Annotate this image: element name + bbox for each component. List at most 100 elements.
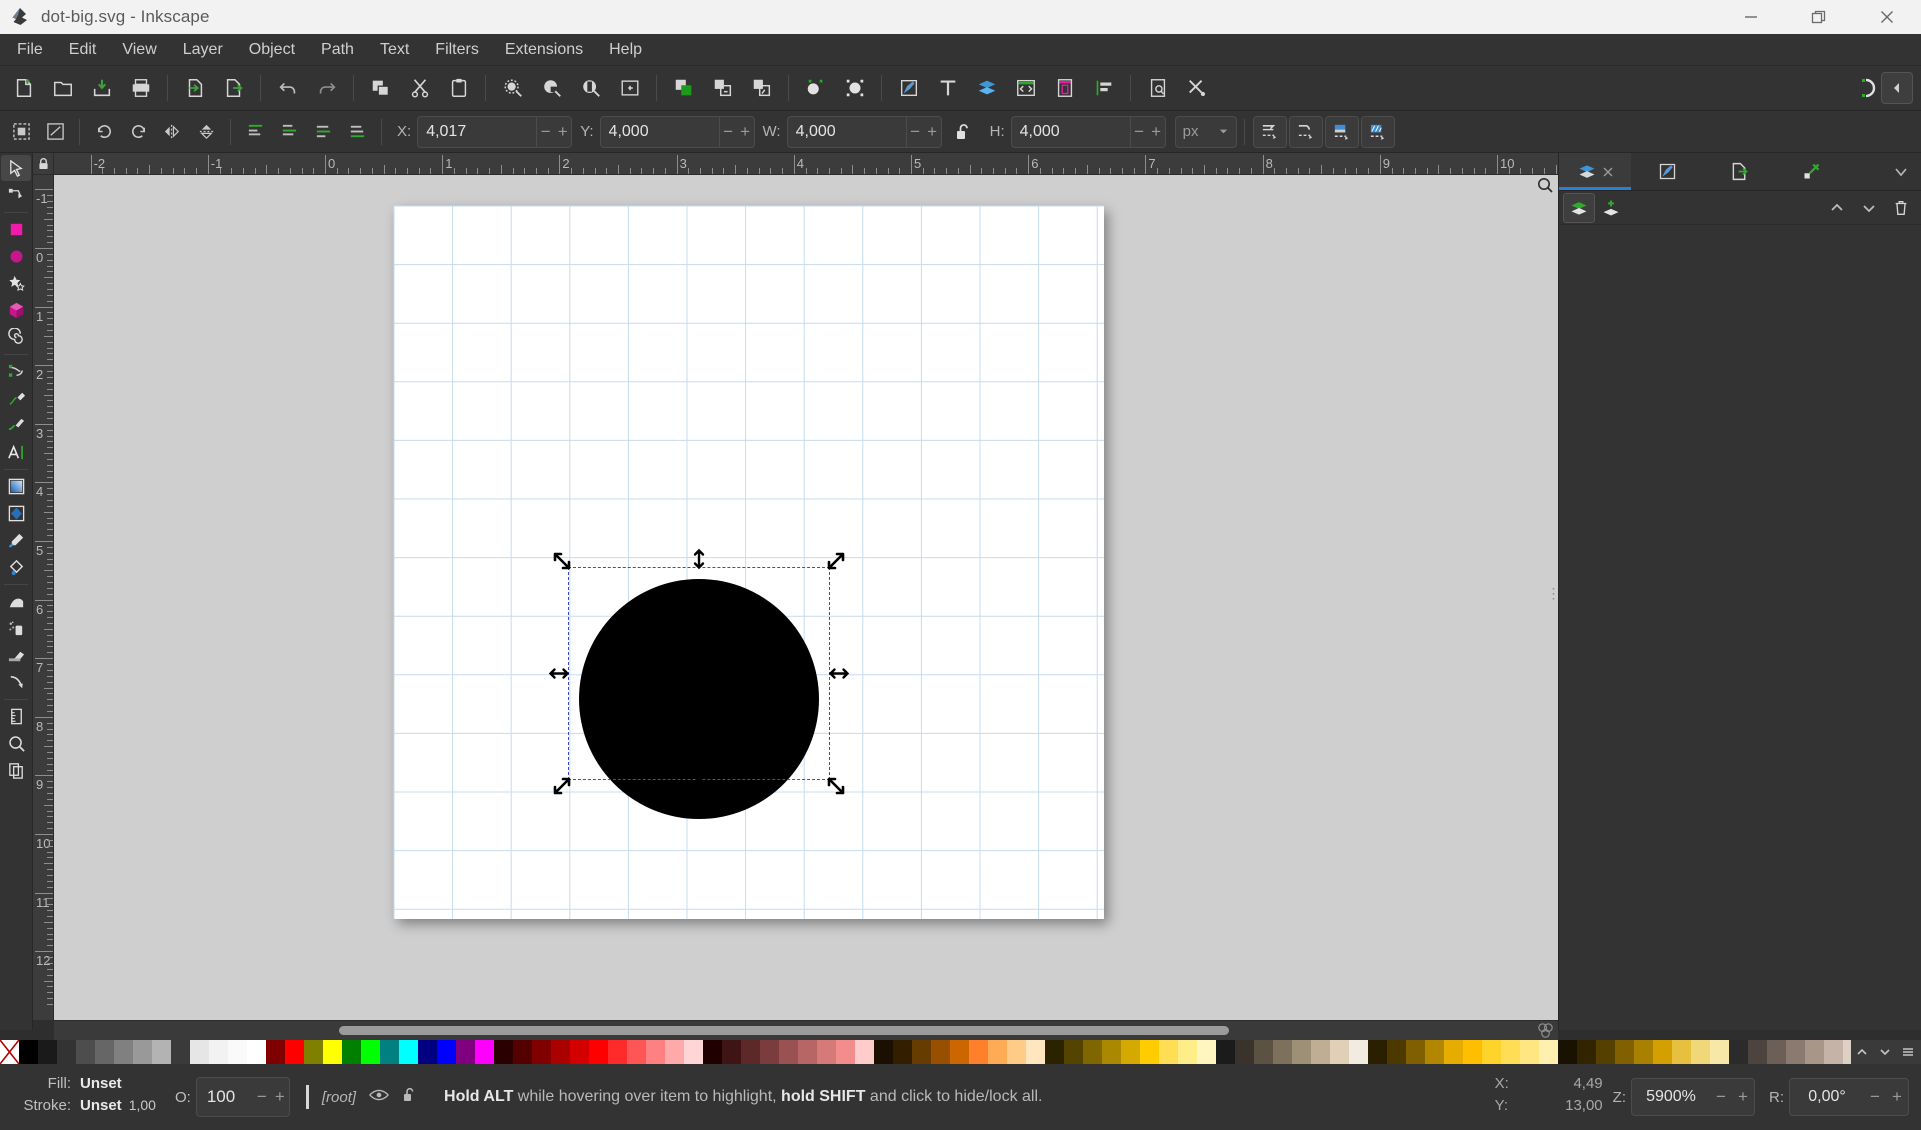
palette-swatch[interactable] <box>1729 1040 1748 1064</box>
scale-stroke-icon[interactable] <box>1253 116 1287 148</box>
palette-swatch[interactable] <box>475 1040 494 1064</box>
menu-path[interactable]: Path <box>308 34 367 66</box>
tool-spray[interactable] <box>1 615 31 641</box>
palette-swatch[interactable] <box>57 1040 76 1064</box>
vertical-ruler[interactable]: -10123456789101112 <box>33 175 54 1020</box>
palette-swatch[interactable] <box>1159 1040 1178 1064</box>
palette-swatch[interactable] <box>437 1040 456 1064</box>
palette-swatch[interactable] <box>1577 1040 1596 1064</box>
palette-swatch[interactable] <box>209 1040 228 1064</box>
palette-swatch[interactable] <box>1748 1040 1767 1064</box>
raise-layer-button[interactable] <box>1821 193 1853 223</box>
height-decrement-button[interactable]: − <box>1131 117 1148 147</box>
text-tool-button[interactable] <box>929 70 966 107</box>
palette-swatch[interactable] <box>912 1040 931 1064</box>
clipboard-paste-button[interactable] <box>440 70 477 107</box>
raise-to-top-icon[interactable] <box>239 116 271 148</box>
tool-gradient[interactable] <box>1 473 31 499</box>
menu-extensions[interactable]: Extensions <box>492 34 596 66</box>
palette-swatch[interactable] <box>1064 1040 1083 1064</box>
palette-swatch[interactable] <box>380 1040 399 1064</box>
layers-list-button[interactable] <box>1563 193 1595 223</box>
tool-text[interactable] <box>1 439 31 465</box>
lower-to-bottom-icon[interactable] <box>341 116 373 148</box>
palette-swatch[interactable] <box>1007 1040 1026 1064</box>
palette-swatch[interactable] <box>228 1040 247 1064</box>
tool-measure[interactable] <box>1 703 31 729</box>
y-decrement-button[interactable]: − <box>720 117 737 147</box>
menu-edit[interactable]: Edit <box>56 34 110 66</box>
select-all-icon[interactable] <box>5 116 37 148</box>
palette-swatch[interactable] <box>1615 1040 1634 1064</box>
tool-calligraphy[interactable] <box>1 412 31 438</box>
palette-swatch[interactable] <box>684 1040 703 1064</box>
menu-object[interactable]: Object <box>236 34 308 66</box>
rotation-increment-button[interactable]: + <box>1886 1087 1908 1107</box>
printer-button[interactable] <box>122 70 159 107</box>
raise-icon[interactable] <box>273 116 305 148</box>
palette-swatch[interactable] <box>1330 1040 1349 1064</box>
palette-swatch[interactable] <box>1444 1040 1463 1064</box>
palette-swatch[interactable] <box>1425 1040 1444 1064</box>
palette-swatch[interactable] <box>1710 1040 1729 1064</box>
palette-swatch[interactable] <box>741 1040 760 1064</box>
palette-swatch[interactable] <box>285 1040 304 1064</box>
zoom-page-width-button[interactable] <box>611 70 648 107</box>
palette-swatch[interactable] <box>1349 1040 1368 1064</box>
tool-mesh-gradient[interactable] <box>1 500 31 526</box>
tool-paint-bucket[interactable] <box>1 554 31 580</box>
y-coordinate-input[interactable] <box>601 117 719 147</box>
palette-scroll-down-button[interactable] <box>1874 1040 1895 1064</box>
eye-icon[interactable] <box>369 1087 389 1108</box>
chevron-left-icon[interactable] <box>1881 72 1913 104</box>
horizontal-scrollbar-thumb[interactable] <box>339 1026 1229 1035</box>
palette-swatch[interactable] <box>893 1040 912 1064</box>
palette-swatch[interactable] <box>1843 1040 1851 1064</box>
group-objects-button[interactable] <box>797 70 834 107</box>
document-properties-button[interactable] <box>1139 70 1176 107</box>
swatch-none[interactable] <box>0 1040 19 1064</box>
opacity-decrement-button[interactable]: − <box>253 1087 271 1107</box>
save-document-button[interactable] <box>83 70 120 107</box>
scale-corners-icon[interactable] <box>1289 116 1323 148</box>
palette-swatch[interactable] <box>1672 1040 1691 1064</box>
palette-swatch[interactable] <box>1463 1040 1482 1064</box>
ruler-unit-lock[interactable] <box>33 153 54 175</box>
palette-swatch[interactable] <box>1558 1040 1577 1064</box>
menu-layer[interactable]: Layer <box>170 34 236 66</box>
zoom-drawing-button[interactable] <box>533 70 570 107</box>
palette-swatch[interactable] <box>304 1040 323 1064</box>
palette-swatch[interactable] <box>1368 1040 1387 1064</box>
palette-swatch[interactable] <box>1140 1040 1159 1064</box>
duplicate-square-button[interactable] <box>665 70 702 107</box>
palette-swatch[interactable] <box>703 1040 722 1064</box>
tab-fill-stroke[interactable] <box>1631 153 1703 190</box>
close-button[interactable] <box>1853 0 1921 34</box>
copy-button[interactable] <box>362 70 399 107</box>
palette-swatch[interactable] <box>361 1040 380 1064</box>
undo-arrow-button[interactable] <box>269 70 306 107</box>
layers-stack-button[interactable] <box>968 70 1005 107</box>
palette-swatch[interactable] <box>1178 1040 1197 1064</box>
palette-swatch[interactable] <box>1634 1040 1653 1064</box>
palette-swatch[interactable] <box>323 1040 342 1064</box>
palette-swatch[interactable] <box>817 1040 836 1064</box>
palette-swatch[interactable] <box>1482 1040 1501 1064</box>
layers-list-body[interactable] <box>1559 225 1921 1030</box>
cms-adjust-icon[interactable] <box>1532 1018 1558 1042</box>
fill-stroke-indicator[interactable]: Fill: Unset Stroke: Unset 1,00 <box>0 1075 175 1119</box>
align-distribute-button[interactable] <box>1085 70 1122 107</box>
palette-swatch[interactable] <box>494 1040 513 1064</box>
x-increment-button[interactable]: + <box>554 117 571 147</box>
tool-3dbox[interactable] <box>1 297 31 323</box>
rotation-field[interactable]: − + <box>1789 1078 1909 1116</box>
open-padlock-icon[interactable] <box>950 117 978 147</box>
tool-eraser[interactable] <box>1 642 31 668</box>
palette-swatch[interactable] <box>38 1040 57 1064</box>
palette-swatch[interactable] <box>1786 1040 1805 1064</box>
palette-swatch[interactable] <box>1805 1040 1824 1064</box>
palette-swatch[interactable] <box>1501 1040 1520 1064</box>
export-button[interactable] <box>215 70 252 107</box>
tool-pages[interactable] <box>1 757 31 783</box>
lower-icon[interactable] <box>307 116 339 148</box>
